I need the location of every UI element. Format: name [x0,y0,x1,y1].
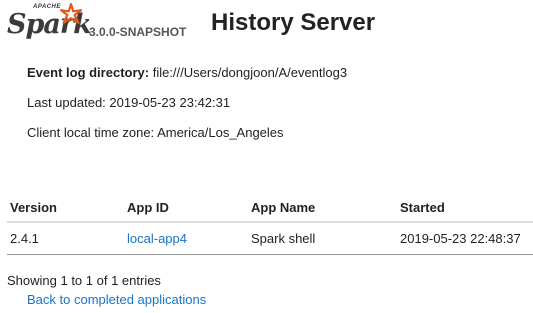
applications-table: Version App ID App Name Started 2.4.1 lo… [7,193,533,255]
cell-started: 2019-05-23 22:48:37 [397,222,533,255]
column-header-started[interactable]: Started [397,193,533,223]
table-header-row: Version App ID App Name Started [7,193,533,223]
back-to-completed-link[interactable]: Back to completed applications [27,292,206,307]
client-time-zone: Client local time zone: America/Los_Ange… [27,125,284,140]
event-log-value: file:///Users/dongjoon/A/eventlog3 [152,65,348,80]
cell-version: 2.4.1 [7,222,124,255]
last-updated: Last updated: 2019-05-23 23:42:31 [27,95,231,110]
history-server-page: APACHE Spark 3.0.0-SNAPSHOT History Serv… [0,0,533,313]
cell-app-name: Spark shell [248,222,397,255]
page-title: History Server [211,9,376,36]
column-header-app-id[interactable]: App ID [124,193,248,223]
event-log-label: Event log directory: [27,65,150,80]
column-header-version[interactable]: Version [7,193,124,223]
spark-star-icon [60,3,82,25]
table-row: 2.4.1 local-app4 Spark shell 2019-05-23 … [7,222,533,255]
app-id-link[interactable]: local-app4 [127,231,187,246]
cell-app-id: local-app4 [124,222,248,255]
entries-count: Showing 1 to 1 of 1 entries [7,273,161,288]
spark-version: 3.0.0-SNAPSHOT [89,25,187,39]
spark-logo[interactable]: APACHE Spark [7,3,92,40]
event-log-directory: Event log directory: file:///Users/dongj… [27,65,347,80]
column-header-app-name[interactable]: App Name [248,193,397,223]
